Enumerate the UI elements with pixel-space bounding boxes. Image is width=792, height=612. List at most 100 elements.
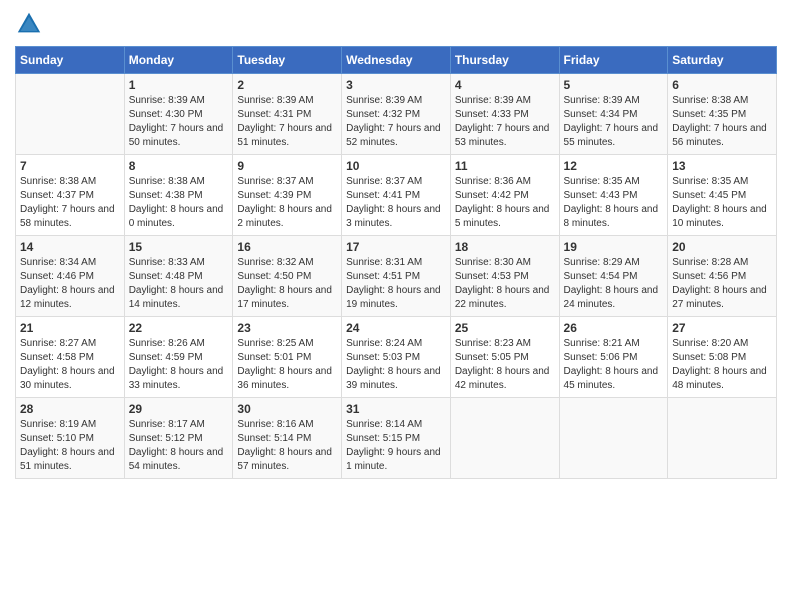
week-row-3: 14 Sunrise: 8:34 AMSunset: 4:46 PMDayligh… bbox=[16, 236, 777, 317]
day-info: Sunrise: 8:34 AMSunset: 4:46 PMDaylight:… bbox=[20, 256, 120, 312]
calendar-cell: 20 Sunrise: 8:28 AMSunset: 4:56 PMDayligh… bbox=[668, 236, 777, 317]
day-number: 28 bbox=[20, 402, 120, 416]
day-info: Sunrise: 8:33 AMSunset: 4:48 PMDaylight:… bbox=[129, 256, 229, 312]
day-number: 15 bbox=[129, 240, 229, 254]
day-info: Sunrise: 8:16 AMSunset: 5:14 PMDaylight:… bbox=[237, 418, 337, 474]
day-header-wednesday: Wednesday bbox=[342, 47, 451, 74]
day-info: Sunrise: 8:39 AMSunset: 4:33 PMDaylight:… bbox=[455, 94, 555, 150]
calendar-cell bbox=[668, 398, 777, 479]
logo-icon bbox=[15, 10, 43, 38]
calendar-cell: 4 Sunrise: 8:39 AMSunset: 4:33 PMDaylight… bbox=[450, 74, 559, 155]
day-header-friday: Friday bbox=[559, 47, 668, 74]
day-number: 19 bbox=[564, 240, 664, 254]
day-header-tuesday: Tuesday bbox=[233, 47, 342, 74]
calendar-cell: 3Sunrise: 8:39 AMSunset: 4:32 PMDaylight… bbox=[342, 74, 451, 155]
day-header-thursday: Thursday bbox=[450, 47, 559, 74]
calendar-cell: 26 Sunrise: 8:21 AMSunset: 5:06 PMDayligh… bbox=[559, 317, 668, 398]
week-row-2: 7 Sunrise: 8:38 AMSunset: 4:37 PMDaylight… bbox=[16, 155, 777, 236]
day-info: Sunrise: 8:29 AMSunset: 4:54 PMDaylight:… bbox=[564, 256, 664, 312]
calendar-table: SundayMondayTuesdayWednesdayThursdayFrid… bbox=[15, 46, 777, 479]
day-number: 23 bbox=[237, 321, 337, 335]
calendar-cell: 19 Sunrise: 8:29 AMSunset: 4:54 PMDayligh… bbox=[559, 236, 668, 317]
day-number: 4 bbox=[455, 78, 555, 92]
calendar-cell: 12 Sunrise: 8:35 AMSunset: 4:43 PMDayligh… bbox=[559, 155, 668, 236]
calendar-cell: 29 Sunrise: 8:17 AMSunset: 5:12 PMDayligh… bbox=[124, 398, 233, 479]
day-number: 29 bbox=[129, 402, 229, 416]
day-number: 2 bbox=[237, 78, 337, 92]
day-number: 25 bbox=[455, 321, 555, 335]
day-number: 1 bbox=[129, 78, 229, 92]
day-info: Sunrise: 8:36 AMSunset: 4:42 PMDaylight:… bbox=[455, 175, 555, 231]
calendar-cell: 18Sunrise: 8:30 AMSunset: 4:53 PMDayligh… bbox=[450, 236, 559, 317]
day-number: 17 bbox=[346, 240, 446, 254]
day-number: 24 bbox=[346, 321, 446, 335]
day-number: 8 bbox=[129, 159, 229, 173]
day-info: Sunrise: 8:39 AMSunset: 4:31 PMDaylight:… bbox=[237, 94, 337, 150]
day-info: Sunrise: 8:37 AMSunset: 4:41 PMDaylight:… bbox=[346, 175, 446, 231]
header-row: SundayMondayTuesdayWednesdayThursdayFrid… bbox=[16, 47, 777, 74]
calendar-cell bbox=[559, 398, 668, 479]
calendar-cell: 11 Sunrise: 8:36 AMSunset: 4:42 PMDayligh… bbox=[450, 155, 559, 236]
week-row-1: 1Sunrise: 8:39 AMSunset: 4:30 PMDaylight… bbox=[16, 74, 777, 155]
day-info: Sunrise: 8:30 AMSunset: 4:53 PMDaylight:… bbox=[455, 256, 555, 312]
day-info: Sunrise: 8:26 AMSunset: 4:59 PMDaylight:… bbox=[129, 337, 229, 393]
day-info: Sunrise: 8:19 AMSunset: 5:10 PMDaylight:… bbox=[20, 418, 120, 474]
day-info: Sunrise: 8:31 AMSunset: 4:51 PMDaylight:… bbox=[346, 256, 446, 312]
day-number: 12 bbox=[564, 159, 664, 173]
day-info: Sunrise: 8:39 AMSunset: 4:34 PMDaylight:… bbox=[564, 94, 664, 150]
day-info: Sunrise: 8:21 AMSunset: 5:06 PMDaylight:… bbox=[564, 337, 664, 393]
day-number: 31 bbox=[346, 402, 446, 416]
calendar-cell: 27 Sunrise: 8:20 AMSunset: 5:08 PMDayligh… bbox=[668, 317, 777, 398]
day-info: Sunrise: 8:38 AMSunset: 4:37 PMDaylight:… bbox=[20, 175, 120, 231]
week-row-4: 21 Sunrise: 8:27 AMSunset: 4:58 PMDayligh… bbox=[16, 317, 777, 398]
day-number: 9 bbox=[237, 159, 337, 173]
day-info: Sunrise: 8:17 AMSunset: 5:12 PMDaylight:… bbox=[129, 418, 229, 474]
day-info: Sunrise: 8:23 AMSunset: 5:05 PMDaylight:… bbox=[455, 337, 555, 393]
day-number: 20 bbox=[672, 240, 772, 254]
day-number: 7 bbox=[20, 159, 120, 173]
day-info: Sunrise: 8:35 AMSunset: 4:45 PMDaylight:… bbox=[672, 175, 772, 231]
day-number: 3 bbox=[346, 78, 446, 92]
day-number: 26 bbox=[564, 321, 664, 335]
day-number: 30 bbox=[237, 402, 337, 416]
logo bbox=[15, 10, 47, 38]
calendar-cell: 7 Sunrise: 8:38 AMSunset: 4:37 PMDaylight… bbox=[16, 155, 125, 236]
day-header-monday: Monday bbox=[124, 47, 233, 74]
calendar-cell: 1Sunrise: 8:39 AMSunset: 4:30 PMDaylight… bbox=[124, 74, 233, 155]
calendar-cell: 10 Sunrise: 8:37 AMSunset: 4:41 PMDayligh… bbox=[342, 155, 451, 236]
calendar-cell: 13 Sunrise: 8:35 AMSunset: 4:45 PMDayligh… bbox=[668, 155, 777, 236]
calendar-cell: 21 Sunrise: 8:27 AMSunset: 4:58 PMDayligh… bbox=[16, 317, 125, 398]
day-info: Sunrise: 8:35 AMSunset: 4:43 PMDaylight:… bbox=[564, 175, 664, 231]
day-header-sunday: Sunday bbox=[16, 47, 125, 74]
calendar-cell: 22 Sunrise: 8:26 AMSunset: 4:59 PMDayligh… bbox=[124, 317, 233, 398]
calendar-cell: 31 Sunrise: 8:14 AMSunset: 5:15 PMDayligh… bbox=[342, 398, 451, 479]
day-info: Sunrise: 8:28 AMSunset: 4:56 PMDaylight:… bbox=[672, 256, 772, 312]
day-info: Sunrise: 8:32 AMSunset: 4:50 PMDaylight:… bbox=[237, 256, 337, 312]
day-info: Sunrise: 8:37 AMSunset: 4:39 PMDaylight:… bbox=[237, 175, 337, 231]
calendar-cell: 5Sunrise: 8:39 AMSunset: 4:34 PMDaylight… bbox=[559, 74, 668, 155]
day-info: Sunrise: 8:24 AMSunset: 5:03 PMDaylight:… bbox=[346, 337, 446, 393]
day-number: 22 bbox=[129, 321, 229, 335]
day-info: Sunrise: 8:14 AMSunset: 5:15 PMDaylight:… bbox=[346, 418, 446, 474]
day-number: 11 bbox=[455, 159, 555, 173]
calendar-cell: 24 Sunrise: 8:24 AMSunset: 5:03 PMDayligh… bbox=[342, 317, 451, 398]
day-number: 14 bbox=[20, 240, 120, 254]
day-header-saturday: Saturday bbox=[668, 47, 777, 74]
day-number: 6 bbox=[672, 78, 772, 92]
calendar-cell: 9 Sunrise: 8:37 AMSunset: 4:39 PMDaylight… bbox=[233, 155, 342, 236]
calendar-cell: 2 Sunrise: 8:39 AMSunset: 4:31 PMDaylight… bbox=[233, 74, 342, 155]
page-header bbox=[15, 10, 777, 38]
day-number: 27 bbox=[672, 321, 772, 335]
day-info: Sunrise: 8:38 AMSunset: 4:35 PMDaylight:… bbox=[672, 94, 772, 150]
day-number: 21 bbox=[20, 321, 120, 335]
day-number: 10 bbox=[346, 159, 446, 173]
calendar-cell: 25 Sunrise: 8:23 AMSunset: 5:05 PMDayligh… bbox=[450, 317, 559, 398]
day-info: Sunrise: 8:25 AMSunset: 5:01 PMDaylight:… bbox=[237, 337, 337, 393]
day-info: Sunrise: 8:27 AMSunset: 4:58 PMDaylight:… bbox=[20, 337, 120, 393]
day-number: 13 bbox=[672, 159, 772, 173]
calendar-cell: 6 Sunrise: 8:38 AMSunset: 4:35 PMDaylight… bbox=[668, 74, 777, 155]
day-info: Sunrise: 8:20 AMSunset: 5:08 PMDaylight:… bbox=[672, 337, 772, 393]
calendar-cell: 30 Sunrise: 8:16 AMSunset: 5:14 PMDayligh… bbox=[233, 398, 342, 479]
calendar-cell bbox=[450, 398, 559, 479]
calendar-cell: 16Sunrise: 8:32 AMSunset: 4:50 PMDayligh… bbox=[233, 236, 342, 317]
